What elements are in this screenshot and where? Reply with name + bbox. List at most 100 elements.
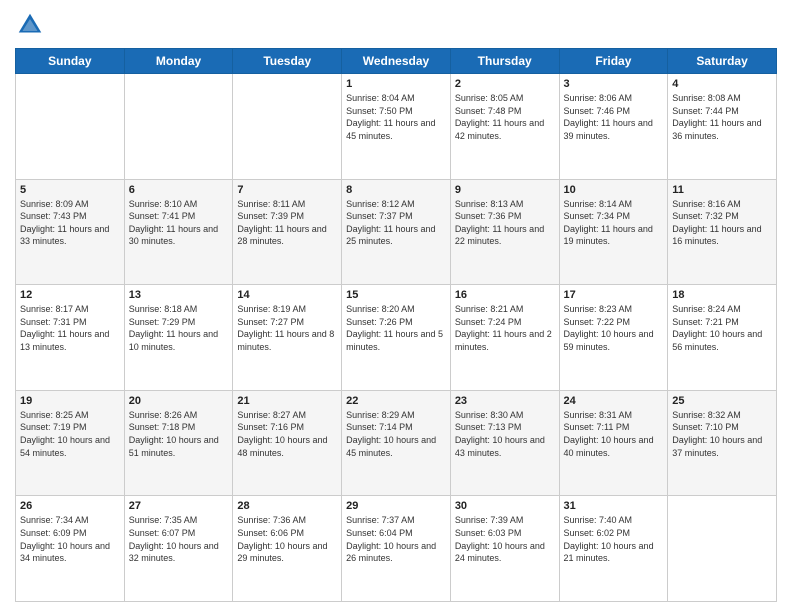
day-number: 16 [455, 289, 555, 301]
day-info: Sunrise: 8:29 AM Sunset: 7:14 PM Dayligh… [346, 409, 446, 459]
day-info: Sunrise: 8:08 AM Sunset: 7:44 PM Dayligh… [672, 92, 772, 142]
day-info: Sunrise: 8:09 AM Sunset: 7:43 PM Dayligh… [20, 198, 120, 248]
calendar-cell: 24 Sunrise: 8:31 AM Sunset: 7:11 PM Dayli… [559, 390, 668, 496]
day-number: 14 [237, 289, 337, 301]
day-info: Sunrise: 8:14 AM Sunset: 7:34 PM Dayligh… [564, 198, 664, 248]
day-number: 6 [129, 184, 229, 196]
calendar-cell: 12 Sunrise: 8:17 AM Sunset: 7:31 PM Dayli… [16, 285, 125, 391]
calendar-cell: 16 Sunrise: 8:21 AM Sunset: 7:24 PM Dayli… [450, 285, 559, 391]
calendar-cell: 13 Sunrise: 8:18 AM Sunset: 7:29 PM Dayli… [124, 285, 233, 391]
day-info: Sunrise: 7:35 AM Sunset: 6:07 PM Dayligh… [129, 514, 229, 564]
day-number: 9 [455, 184, 555, 196]
calendar-cell: 8 Sunrise: 8:12 AM Sunset: 7:37 PM Daylig… [342, 179, 451, 285]
weekday-header-sunday: Sunday [16, 49, 125, 74]
day-info: Sunrise: 8:06 AM Sunset: 7:46 PM Dayligh… [564, 92, 664, 142]
day-info: Sunrise: 8:31 AM Sunset: 7:11 PM Dayligh… [564, 409, 664, 459]
calendar-cell [233, 74, 342, 180]
calendar-cell: 22Sunrise: 8:29 AM Sunset: 7:14 PM Dayli… [342, 390, 451, 496]
day-info: Sunrise: 8:26 AM Sunset: 7:18 PM Dayligh… [129, 409, 229, 459]
day-number: 26 [20, 500, 120, 512]
day-number: 2 [455, 78, 555, 90]
day-number: 3 [564, 78, 664, 90]
day-info: Sunrise: 8:13 AM Sunset: 7:36 PM Dayligh… [455, 198, 555, 248]
logo-icon [15, 10, 45, 40]
calendar-cell: 18 Sunrise: 8:24 AM Sunset: 7:21 PM Dayli… [668, 285, 777, 391]
calendar-cell: 14 Sunrise: 8:19 AM Sunset: 7:27 PM Dayli… [233, 285, 342, 391]
calendar-cell [668, 496, 777, 602]
day-info: Sunrise: 8:18 AM Sunset: 7:29 PM Dayligh… [129, 303, 229, 353]
day-info: Sunrise: 7:36 AM Sunset: 6:06 PM Dayligh… [237, 514, 337, 564]
day-number: 10 [564, 184, 664, 196]
calendar-cell: 30Sunrise: 7:39 AM Sunset: 6:03 PM Dayli… [450, 496, 559, 602]
calendar-cell: 2Sunrise: 8:05 AM Sunset: 7:48 PM Daylig… [450, 74, 559, 180]
day-number: 11 [672, 184, 772, 196]
day-number: 1 [346, 78, 446, 90]
calendar-cell: 4 Sunrise: 8:08 AM Sunset: 7:44 PM Daylig… [668, 74, 777, 180]
day-info: Sunrise: 8:19 AM Sunset: 7:27 PM Dayligh… [237, 303, 337, 353]
weekday-header-row: SundayMondayTuesdayWednesdayThursdayFrid… [16, 49, 777, 74]
day-info: Sunrise: 8:32 AM Sunset: 7:10 PM Dayligh… [672, 409, 772, 459]
day-info: Sunrise: 7:34 AM Sunset: 6:09 PM Dayligh… [20, 514, 120, 564]
weekday-header-saturday: Saturday [668, 49, 777, 74]
calendar-cell [16, 74, 125, 180]
calendar-cell: 21 Sunrise: 8:27 AM Sunset: 7:16 PM Dayli… [233, 390, 342, 496]
logo [15, 10, 49, 40]
calendar-cell: 5Sunrise: 8:09 AM Sunset: 7:43 PM Daylig… [16, 179, 125, 285]
day-number: 23 [455, 395, 555, 407]
day-info: Sunrise: 8:20 AM Sunset: 7:26 PM Dayligh… [346, 303, 446, 353]
page: SundayMondayTuesdayWednesdayThursdayFrid… [0, 0, 792, 612]
day-number: 31 [564, 500, 664, 512]
day-info: Sunrise: 8:25 AM Sunset: 7:19 PM Dayligh… [20, 409, 120, 459]
calendar-cell: 28Sunrise: 7:36 AM Sunset: 6:06 PM Dayli… [233, 496, 342, 602]
day-number: 25 [672, 395, 772, 407]
day-number: 21 [237, 395, 337, 407]
day-number: 24 [564, 395, 664, 407]
day-number: 20 [129, 395, 229, 407]
calendar-row-0: 1Sunrise: 8:04 AM Sunset: 7:50 PM Daylig… [16, 74, 777, 180]
day-info: Sunrise: 7:40 AM Sunset: 6:02 PM Dayligh… [564, 514, 664, 564]
day-info: Sunrise: 7:37 AM Sunset: 6:04 PM Dayligh… [346, 514, 446, 564]
day-number: 29 [346, 500, 446, 512]
calendar-cell: 3 Sunrise: 8:06 AM Sunset: 7:46 PM Daylig… [559, 74, 668, 180]
day-info: Sunrise: 8:11 AM Sunset: 7:39 PM Dayligh… [237, 198, 337, 248]
calendar-row-3: 19 Sunrise: 8:25 AM Sunset: 7:19 PM Dayli… [16, 390, 777, 496]
day-info: Sunrise: 8:27 AM Sunset: 7:16 PM Dayligh… [237, 409, 337, 459]
calendar-cell: 9 Sunrise: 8:13 AM Sunset: 7:36 PM Daylig… [450, 179, 559, 285]
day-number: 18 [672, 289, 772, 301]
day-number: 8 [346, 184, 446, 196]
day-info: Sunrise: 8:21 AM Sunset: 7:24 PM Dayligh… [455, 303, 555, 353]
calendar-table: SundayMondayTuesdayWednesdayThursdayFrid… [15, 48, 777, 602]
day-number: 7 [237, 184, 337, 196]
weekday-header-thursday: Thursday [450, 49, 559, 74]
day-number: 15 [346, 289, 446, 301]
calendar-row-4: 26 Sunrise: 7:34 AM Sunset: 6:09 PM Dayli… [16, 496, 777, 602]
header [15, 10, 777, 40]
calendar-cell: 17Sunrise: 8:23 AM Sunset: 7:22 PM Dayli… [559, 285, 668, 391]
calendar-cell: 10 Sunrise: 8:14 AM Sunset: 7:34 PM Dayli… [559, 179, 668, 285]
day-number: 17 [564, 289, 664, 301]
weekday-header-monday: Monday [124, 49, 233, 74]
day-number: 4 [672, 78, 772, 90]
calendar-cell: 7 Sunrise: 8:11 AM Sunset: 7:39 PM Daylig… [233, 179, 342, 285]
calendar-cell: 25 Sunrise: 8:32 AM Sunset: 7:10 PM Dayli… [668, 390, 777, 496]
calendar-cell: 6 Sunrise: 8:10 AM Sunset: 7:41 PM Daylig… [124, 179, 233, 285]
day-info: Sunrise: 8:12 AM Sunset: 7:37 PM Dayligh… [346, 198, 446, 248]
day-info: Sunrise: 8:17 AM Sunset: 7:31 PM Dayligh… [20, 303, 120, 353]
day-info: Sunrise: 8:24 AM Sunset: 7:21 PM Dayligh… [672, 303, 772, 353]
day-number: 19 [20, 395, 120, 407]
weekday-header-wednesday: Wednesday [342, 49, 451, 74]
calendar-cell: 31 Sunrise: 7:40 AM Sunset: 6:02 PM Dayli… [559, 496, 668, 602]
day-info: Sunrise: 8:10 AM Sunset: 7:41 PM Dayligh… [129, 198, 229, 248]
calendar-cell: 29 Sunrise: 7:37 AM Sunset: 6:04 PM Dayli… [342, 496, 451, 602]
calendar-cell: 19 Sunrise: 8:25 AM Sunset: 7:19 PM Dayli… [16, 390, 125, 496]
calendar-row-2: 12 Sunrise: 8:17 AM Sunset: 7:31 PM Dayli… [16, 285, 777, 391]
calendar-cell: 1Sunrise: 8:04 AM Sunset: 7:50 PM Daylig… [342, 74, 451, 180]
day-number: 27 [129, 500, 229, 512]
day-number: 13 [129, 289, 229, 301]
calendar-cell: 26 Sunrise: 7:34 AM Sunset: 6:09 PM Dayli… [16, 496, 125, 602]
day-number: 12 [20, 289, 120, 301]
calendar-cell: 11 Sunrise: 8:16 AM Sunset: 7:32 PM Dayli… [668, 179, 777, 285]
weekday-header-tuesday: Tuesday [233, 49, 342, 74]
calendar-cell: 15 Sunrise: 8:20 AM Sunset: 7:26 PM Dayli… [342, 285, 451, 391]
day-info: Sunrise: 8:16 AM Sunset: 7:32 PM Dayligh… [672, 198, 772, 248]
